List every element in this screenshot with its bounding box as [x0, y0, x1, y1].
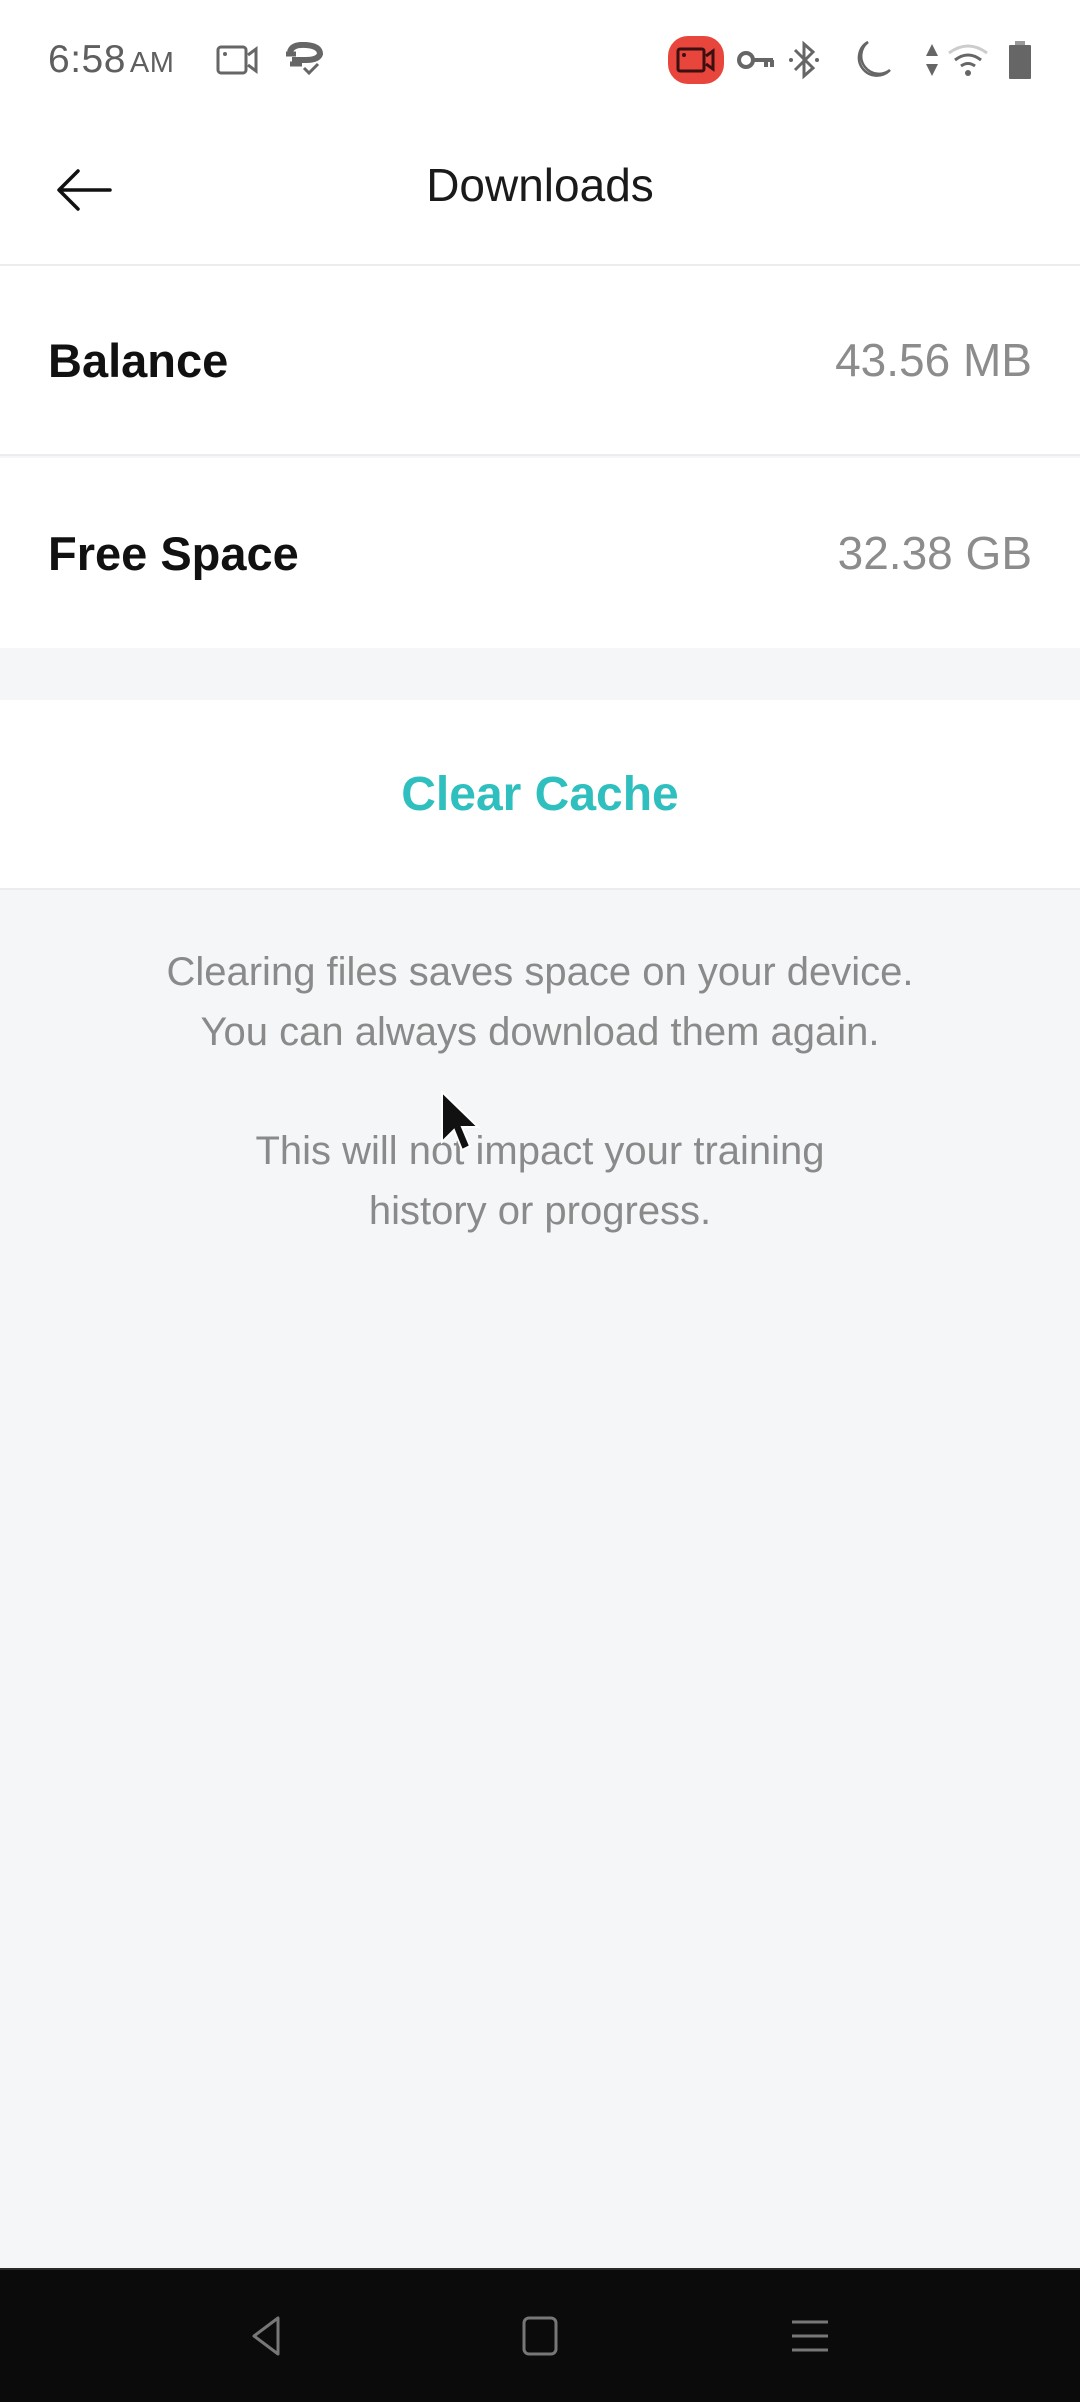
balance-value: 43.56 MB	[835, 334, 1032, 386]
info-clearing-files: Clearing files saves space on your devic…	[0, 942, 1080, 1062]
info-line: You can always download them again.	[200, 1010, 880, 1054]
wifi-icon	[946, 36, 990, 84]
recording-badge-icon	[668, 36, 724, 84]
info-no-impact: This will not impact your training histo…	[0, 1121, 1080, 1241]
info-line: history or progress.	[368, 1189, 712, 1233]
nav-home-button[interactable]	[500, 2298, 580, 2378]
free-space-label: Free Space	[48, 526, 299, 580]
status-bar: 6:58 AM	[0, 0, 1080, 120]
page-title: Downloads	[426, 159, 654, 211]
app-bar: Downloads	[0, 120, 1080, 266]
info-line: This will not impact your training	[255, 1129, 825, 1173]
sync-check-icon	[280, 36, 328, 84]
clear-cache-row[interactable]: Clear Cache	[0, 700, 1080, 890]
vpn-key-icon	[734, 36, 778, 84]
screen-record-icon	[214, 36, 262, 84]
status-time: 6:58 AM	[48, 38, 174, 82]
storage-row-free-space: Free Space 32.38 GB	[0, 458, 1080, 648]
nav-menu-icon	[790, 2316, 830, 2361]
free-space-value: 32.38 GB	[837, 527, 1032, 579]
nav-back-button[interactable]	[228, 2298, 308, 2378]
info-line: Clearing files saves space on your devic…	[166, 950, 914, 994]
battery-icon	[1004, 36, 1036, 84]
bluetooth-icon	[784, 36, 824, 84]
balance-label: Balance	[48, 333, 229, 387]
nav-back-icon	[248, 2314, 288, 2363]
mouse-pointer-icon	[440, 1089, 484, 1159]
clock-time: 6:58	[48, 38, 126, 81]
do-not-disturb-moon-icon	[850, 36, 894, 84]
nav-home-icon	[520, 2314, 560, 2363]
clock-ampm: AM	[129, 47, 175, 79]
data-arrows-icon	[920, 36, 944, 84]
nav-menu-button[interactable]	[770, 2298, 850, 2378]
clear-cache-button[interactable]: Clear Cache	[401, 767, 678, 822]
system-nav-bar	[0, 2268, 1080, 2402]
storage-row-balance: Balance 43.56 MB	[0, 266, 1080, 456]
